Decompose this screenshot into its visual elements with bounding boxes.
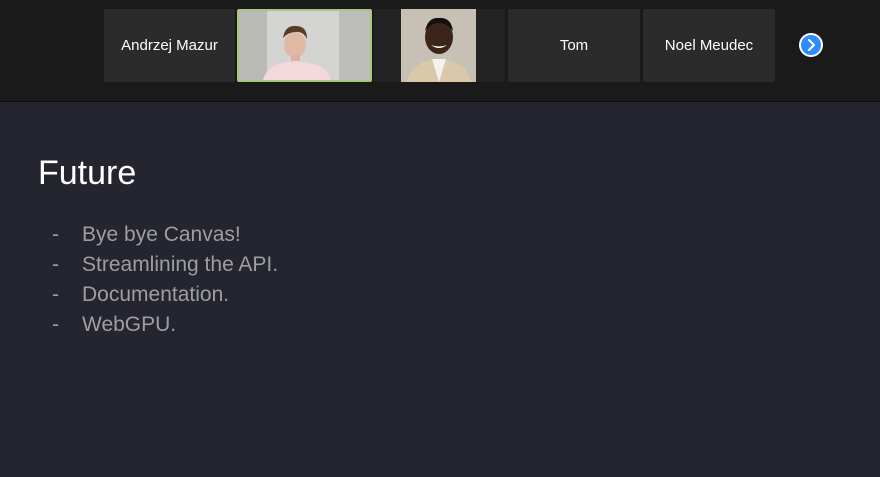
slide-bullet-list: - Bye bye Canvas! - Streamlining the API… — [52, 220, 278, 340]
slide-bullet: - WebGPU. — [52, 310, 278, 340]
participant-tile-andrzej[interactable]: Andrzej Mazur — [104, 9, 235, 82]
bullet-dash: - — [52, 283, 59, 306]
participant-video-active-speaker[interactable] — [237, 9, 372, 82]
participant-tile-photo[interactable] — [374, 9, 505, 82]
slide-bullet: - Bye bye Canvas! — [52, 220, 278, 250]
participant-tile-tom[interactable]: Tom — [508, 9, 640, 82]
participant-name: Tom — [559, 37, 589, 54]
chevron-right-icon — [808, 39, 815, 51]
bullet-dash: - — [52, 253, 59, 276]
participant-tile-noel[interactable]: Noel Meudec — [643, 9, 775, 82]
next-participants-button[interactable] — [799, 33, 823, 57]
participant-video-feed — [239, 11, 370, 80]
bullet-dash: - — [52, 223, 59, 246]
shared-slide: Future - Bye bye Canvas! - Streamlining … — [0, 102, 880, 477]
participant-avatar — [401, 9, 476, 82]
slide-title: Future — [38, 154, 137, 192]
participant-strip: Andrzej Mazur Tom Noel Meudec — [0, 0, 880, 102]
slide-bullet: - Streamlining the API. — [52, 250, 278, 280]
bullet-text: Documentation. — [82, 283, 230, 306]
participant-name: Andrzej Mazur — [121, 37, 218, 54]
participant-name: Noel Meudec — [664, 37, 754, 54]
slide-bullet: - Documentation. — [52, 280, 278, 310]
bullet-text: Streamlining the API. — [82, 253, 279, 276]
bullet-text: WebGPU. — [82, 313, 177, 336]
bullet-dash: - — [52, 313, 59, 336]
bullet-text: Bye bye Canvas! — [82, 223, 241, 246]
